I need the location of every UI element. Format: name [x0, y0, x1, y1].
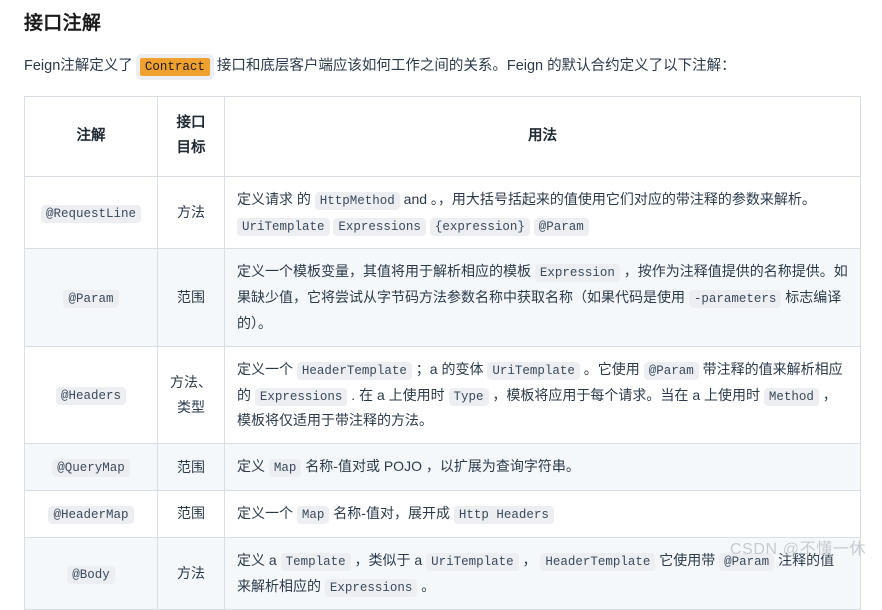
inline-code: HttpMethod	[314, 191, 400, 210]
inline-code: Http Headers	[453, 505, 554, 524]
cell-annotation: @QueryMap	[24, 442, 158, 491]
table-row: @Body 方法 定义 a Template ，类似于 a UriTemplate …	[24, 536, 861, 610]
document-page: 接口注解 Feign注解定义了 Contract 接口和底层客户端应该如何工作之…	[0, 0, 882, 610]
inline-code: UriTemplate	[487, 361, 580, 380]
cell-usage: 定义 a Template ，类似于 a UriTemplate ， Heade…	[224, 536, 861, 610]
table-row: @Headers 方法、类型 定义一个 HeaderTemplate ；a 的变体 …	[24, 345, 861, 444]
inline-code: Expressions	[254, 387, 348, 406]
cell-annotation: @Param	[24, 248, 158, 347]
inline-code: Expressions	[333, 217, 426, 236]
table-row: @Param 范围 定义一个模板变量，其值将用于解析相应的模板 Expression…	[24, 248, 861, 347]
cell-interface-target: 范围	[157, 442, 225, 491]
inline-code: {expression}	[429, 217, 530, 236]
column-header-usage: 用法	[224, 95, 861, 177]
cell-annotation: @Body	[24, 536, 158, 610]
inline-code: UriTemplate	[426, 552, 519, 571]
cell-interface-target: 方法	[157, 536, 225, 610]
cell-usage: 定义 Map 名称-值对或 POJO ，以扩展为查询字符串。	[224, 442, 861, 491]
table-row: @HeaderMap 范围 定义一个 Map 名称-值对，展开成 Http Head…	[24, 489, 861, 538]
inline-code: Contract	[139, 57, 210, 76]
cell-usage: 定义一个 HeaderTemplate ；a 的变体 UriTemplate 。…	[224, 345, 861, 444]
inline-code: Expressions	[324, 578, 418, 597]
annotation-code: @Body	[67, 565, 115, 584]
annotation-code: @QueryMap	[52, 458, 130, 477]
inline-code: Type	[448, 387, 489, 406]
inline-code: @Param	[533, 217, 589, 236]
column-header-interface-target: 接口目标	[157, 95, 225, 177]
cell-interface-target: 范围	[157, 248, 225, 347]
cell-annotation: @RequestLine	[24, 175, 158, 250]
cell-annotation: @Headers	[24, 345, 158, 444]
cell-annotation: @HeaderMap	[24, 489, 158, 538]
cell-interface-target: 范围	[157, 489, 225, 538]
annotation-code: @Headers	[55, 386, 126, 405]
inline-code: HeaderTemplate	[296, 361, 412, 380]
inline-code: UriTemplate	[237, 217, 330, 236]
table-row: @RequestLine 方法 定义请求 的 HttpMethod and 。，用大…	[24, 175, 861, 250]
annotations-table: 注解 接口目标 用法 @RequestLine 方法 定义请求 的 HttpMeth…	[24, 95, 861, 610]
inline-code: -parameters	[688, 290, 782, 309]
table-row: @QueryMap 范围 定义 Map 名称-值对或 POJO ，以扩展为查询字符串…	[24, 442, 861, 491]
cell-usage: 定义一个模板变量，其值将用于解析相应的模板 Expression ，按作为注释值…	[224, 248, 861, 347]
annotation-code: @HeaderMap	[48, 505, 134, 524]
intro-paragraph: Feign注解定义了 Contract 接口和底层客户端应该如何工作之间的关系。…	[24, 57, 736, 76]
cell-interface-target: 方法	[157, 175, 225, 250]
annotation-code: @Param	[63, 289, 119, 308]
cell-usage: 定义请求 的 HttpMethod and 。，用大括号括起来的值使用它们对应的…	[224, 175, 861, 250]
table-body: @RequestLine 方法 定义请求 的 HttpMethod and 。，用大…	[24, 175, 861, 610]
table-header-row: 注解 接口目标 用法	[24, 95, 861, 177]
page-title: 接口注解	[24, 13, 102, 34]
column-header-annotation: 注解	[24, 95, 158, 177]
inline-code: @Param	[719, 552, 775, 571]
inline-code: Template	[280, 552, 351, 571]
inline-code: Expression	[534, 264, 620, 283]
inline-code: @Param	[643, 361, 699, 380]
inline-code: Map	[296, 505, 330, 524]
inline-code: HeaderTemplate	[540, 552, 656, 571]
cell-usage: 定义一个 Map 名称-值对，展开成 Http Headers	[224, 489, 861, 538]
annotation-code: @RequestLine	[40, 204, 141, 223]
inline-code: Map	[268, 458, 302, 477]
inline-code: Method	[763, 387, 819, 406]
cell-interface-target: 方法、类型	[157, 345, 225, 444]
table-head: 注解 接口目标 用法	[24, 95, 861, 177]
